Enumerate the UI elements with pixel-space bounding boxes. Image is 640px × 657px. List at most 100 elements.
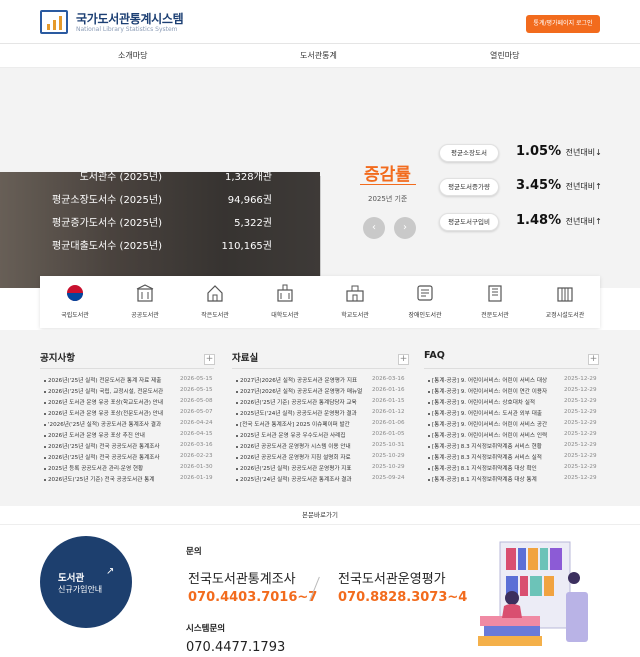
next-arrow-icon[interactable]: › xyxy=(394,217,416,239)
list-item[interactable]: [통계-공공] 8.3 지식정보취약계층 서비스 현황 2025-12-29 xyxy=(428,442,604,453)
board-divider xyxy=(232,368,406,369)
reading-illustration xyxy=(478,541,588,646)
board-title: 자료실 xyxy=(232,353,259,364)
more-icon[interactable]: + xyxy=(588,354,599,365)
board-title: 공지사항 xyxy=(40,353,75,364)
list-item[interactable]: 2026년 도서관 운영 유공 포상(전문도서관) 안내 2026-05-07 xyxy=(44,409,220,420)
more-icon[interactable]: + xyxy=(398,354,409,365)
nav-item-stats[interactable]: 도서관통계 xyxy=(300,50,337,61)
inquiry-heading: 문의 xyxy=(186,547,202,557)
signup-title: 도서관 xyxy=(58,573,85,584)
lib-university[interactable]: 대학도서관 xyxy=(250,276,320,328)
list-item[interactable]: 2026년 도서관 운영 유공 포상 추진 안내 2026-04-15 xyxy=(44,431,220,442)
lib-small[interactable]: 작은도서관 xyxy=(180,276,250,328)
list-item[interactable]: 2026년 도서관 운영 유공 포상(학교도서관) 안내 2026-05-08 xyxy=(44,398,220,409)
main-nav: 소개마당 도서관통계 열린마당 xyxy=(0,44,640,68)
site-title[interactable]: 국가도서관통계시스템 xyxy=(76,10,184,27)
house-icon xyxy=(207,285,223,302)
rate-value: 1.05% 전년대비↓ xyxy=(516,144,602,159)
list-item[interactable]: 2027년(2026년 실적) 공공도서관 운영평가 매뉴얼 2026-01-16 xyxy=(236,387,412,398)
list-item[interactable]: 2025년 도서관 운영 유공 우수도서관 사례집 2026-01-05 xyxy=(236,431,412,442)
stat-row: 도서관수 (2025년) 1,328개관 xyxy=(0,168,320,188)
stat-value: 94,966권 xyxy=(227,195,272,206)
rate-value: 3.45% 전년대비↑ xyxy=(516,178,602,193)
national-emblem-icon xyxy=(67,285,83,301)
lib-national[interactable]: 국립도서관 xyxy=(40,276,110,328)
rate-pill[interactable]: 평균소장도서 xyxy=(439,144,499,162)
list-item[interactable]: [통계-공공] 9. 어린이서비스: 도서관 외부 대출 2025-12-29 xyxy=(428,409,604,420)
lib-label: 학교도서관 xyxy=(341,312,369,319)
lib-label: 전문도서관 xyxy=(481,312,509,319)
lib-label: 국립도서관 xyxy=(61,312,89,319)
contact-eval-phone: 070.8828.3073~4 xyxy=(338,590,468,605)
list-item[interactable]: 2026년('25년 실적) 전국 공공도서관 통계조사 2026-02-23 xyxy=(44,453,220,464)
list-item[interactable]: 2027년(2026년 실적) 공공도서관 운영평가 지표 2026-03-16 xyxy=(236,376,412,387)
lib-label: 교정시설도서관 xyxy=(545,312,585,319)
school-icon xyxy=(346,285,364,302)
prev-arrow-icon[interactable]: ‹ xyxy=(363,217,385,239)
contact-stats-phone: 070.4403.7016~7 xyxy=(188,590,318,605)
list-item[interactable]: 2025년('24년 실적) 공공도서관 통계조사 결과 2025-09-24 xyxy=(236,475,412,486)
list-item[interactable]: 2025년도('24년 실적) 공공도서관 운영평가 결과 2026-01-12 xyxy=(236,409,412,420)
system-phone: 070.4477.1793 xyxy=(186,640,286,655)
login-button[interactable]: 통계/평가페이지 로그인 xyxy=(526,15,600,33)
list-item[interactable]: 2026년('25년 실적) 전국 공공도서관 통계조사 2026-03-16 xyxy=(44,442,220,453)
signup-guide-button[interactable]: 도서관 ↗ 신규가입안내 xyxy=(40,536,132,628)
nav-item-open[interactable]: 열린마당 xyxy=(490,50,519,61)
list-item[interactable]: 2026년('25년 실적) 전문도서관 통계 자료 제출 2026-05-15 xyxy=(44,376,220,387)
list-item[interactable]: [통계-공공] 9. 어린이서비스: 어린이 서비스 공간 2025-12-29 xyxy=(428,420,604,431)
lib-correctional[interactable]: 교정시설도서관 xyxy=(530,276,600,328)
university-icon xyxy=(277,284,293,302)
list-item[interactable]: 2026년('25년 실적) 공공도서관 운영평가 지표 2025-10-29 xyxy=(236,464,412,475)
rate-pill[interactable]: 평균도서증가량 xyxy=(439,178,499,196)
list-item[interactable]: [전국 도서관 통계조사] 2025 이슈페이퍼 발간 2026-01-06 xyxy=(236,420,412,431)
stat-label: 평균증가도서수 (2025년) xyxy=(51,218,162,229)
list-item[interactable]: 2026년('25년 기준) 공공도서관 통계담당자 교육 2026-01-15 xyxy=(236,398,412,409)
lib-label: 공공도서관 xyxy=(131,312,159,319)
list-item[interactable]: [통계-공공] 8.3 지식정보취약계층 서비스 실적 2025-12-29 xyxy=(428,453,604,464)
rate-value: 1.48% 전년대비↑ xyxy=(516,213,602,228)
building-icon xyxy=(136,284,154,302)
lib-special[interactable]: 전문도서관 xyxy=(460,276,530,328)
stat-value: 110,165권 xyxy=(221,241,272,252)
list-item[interactable]: 2026년도('25년 기준) 전국 공공도서관 통계 2026-01-19 xyxy=(44,475,220,486)
rate-underline xyxy=(360,184,416,185)
lib-disabled[interactable]: 장애인도서관 xyxy=(390,276,460,328)
lib-school[interactable]: 학교도서관 xyxy=(320,276,390,328)
stat-row: 평균대출도서수 (2025년) 110,165권 xyxy=(0,237,320,257)
signup-subtitle: 신규가입안내 xyxy=(58,585,103,594)
board-divider xyxy=(40,368,214,369)
lib-label: 장애인도서관 xyxy=(408,312,442,319)
list-item[interactable]: '2026년('25년 실적) 공공도서관 통계조사 결과 2026-04-24 xyxy=(44,420,220,431)
list-item[interactable]: [통계-공공] 9. 어린이서비스: 어린이 서비스 인력 2025-12-29 xyxy=(428,431,604,442)
list-item[interactable]: [통계-공공] 8.1 지식정보취약계층 대상 확인 2025-12-29 xyxy=(428,464,604,475)
site-subtitle: National Library Statistics System xyxy=(76,26,178,33)
more-icon[interactable]: + xyxy=(204,354,215,365)
stat-label: 도서관수 (2025년) xyxy=(79,172,162,183)
rate-pill[interactable]: 평균도서구입비 xyxy=(439,213,499,231)
list-item[interactable]: 2026년 공공도서관 운영평가 시스템 이용 안내 2025-10-31 xyxy=(236,442,412,453)
board-title: FAQ xyxy=(424,350,445,361)
list-item[interactable]: [통계-공공] 8.1 지식정보취약계층 대상 통계 2025-12-29 xyxy=(428,475,604,486)
logo-icon[interactable] xyxy=(40,10,68,34)
system-inquiry-heading: 시스템문의 xyxy=(186,624,226,634)
stat-label: 평균소장도서수 (2025년) xyxy=(51,195,162,206)
library-type-bar: 국립도서관 공공도서관 작은도서관 대학도서관 학교도서관 장애인도서관 전문도… xyxy=(40,276,600,328)
stat-value: 5,322권 xyxy=(234,218,272,229)
office-icon xyxy=(488,285,502,302)
lib-public[interactable]: 공공도서관 xyxy=(110,276,180,328)
list-item[interactable]: 2026년 공공도서관 운영평가 지침 설명회 자료 2025-10-29 xyxy=(236,453,412,464)
site-header: 국가도서관통계시스템 National Library Statistics S… xyxy=(0,0,640,44)
skip-to-content-link[interactable]: 본문바로가기 xyxy=(0,506,640,524)
lib-label: 대학도서관 xyxy=(271,312,299,319)
stat-row: 평균소장도서수 (2025년) 94,966권 xyxy=(0,191,320,211)
stat-label: 평균대출도서수 (2025년) xyxy=(51,241,162,252)
nav-item-intro[interactable]: 소개마당 xyxy=(118,50,147,61)
rate-title: 증감률 xyxy=(364,165,411,185)
list-item[interactable]: [통계-공공] 9. 어린이서비스: 상호대차 실적 2025-12-29 xyxy=(428,398,604,409)
list-item[interactable]: 2026년('25년 실적) 국립, 교정시설, 전문도서관 2026-05-15 xyxy=(44,387,220,398)
list-item[interactable]: [통계-공공] 9. 어린이서비스: 어린이 서비스 대상 2025-12-29 xyxy=(428,376,604,387)
list-item[interactable]: 2025년 등록 공공도서관 관리·운영 현황 2026-01-30 xyxy=(44,464,220,475)
hero-divider xyxy=(320,176,321,288)
list-item[interactable]: [통계-공공] 9. 어린이서비스: 어린이 연간 이용자 2025-12-29 xyxy=(428,387,604,398)
